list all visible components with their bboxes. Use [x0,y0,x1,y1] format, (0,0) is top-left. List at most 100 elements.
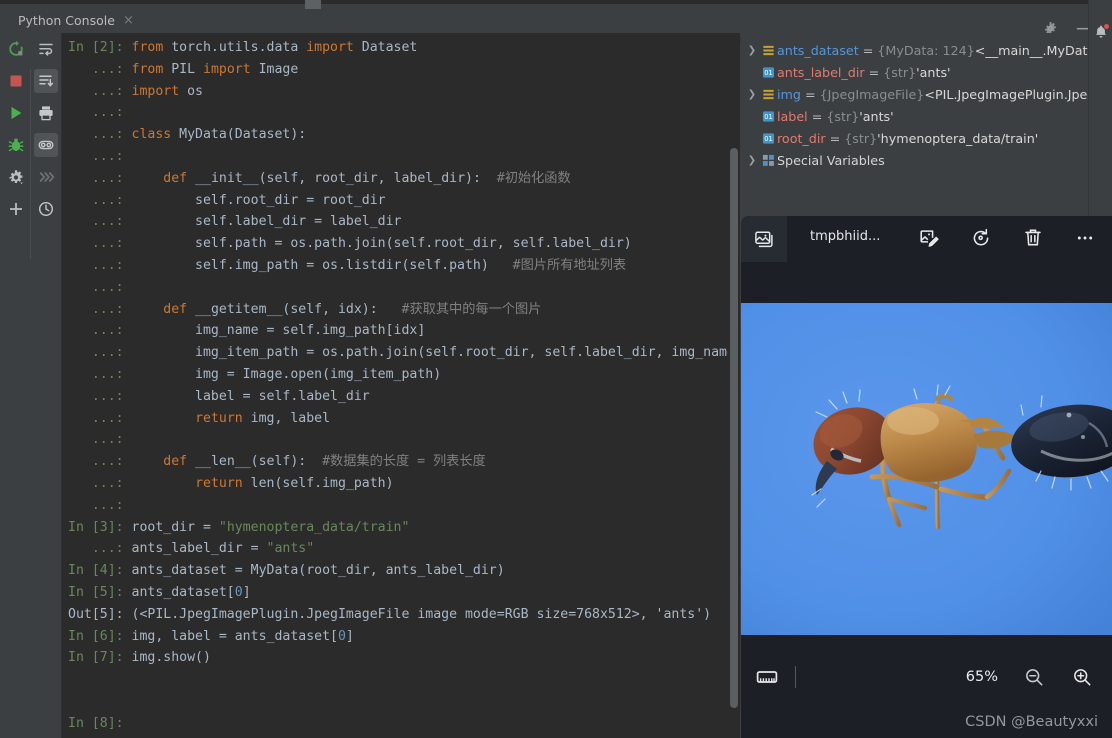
run-icon[interactable] [4,101,28,125]
toolbar-divider [795,666,796,688]
watermark-label: CSDN @Beautyxxi [965,714,1098,730]
console-line: ...: img_name = self.img_path[idx] [62,320,735,342]
console-scrollbar-thumb[interactable] [730,148,738,708]
console-line: ...: return len(self.img_path) [62,473,735,495]
object-icon [759,88,777,101]
console-line: In [3]: root_dir = "hymenoptera_data/tra… [62,517,735,539]
filmstrip-icon[interactable] [753,665,781,689]
add-icon[interactable] [4,197,28,221]
console-prompt: ...: [68,388,132,404]
fast-forward-icon[interactable] [34,165,58,189]
console-line: ...: [62,495,735,517]
code-token: img, label = ants_dataset[ [131,628,338,644]
chevron-right-icon[interactable]: ❯ [745,45,759,56]
ant-photograph[interactable] [741,303,1112,635]
equals-sign: = [862,42,874,58]
rerun-icon[interactable] [4,37,28,61]
zoom-out-icon[interactable] [1022,665,1046,689]
code-token: __len__(self): [195,454,323,470]
variable-row[interactable]: ❯ img = {JpegImageFile} <PIL.JpegImagePlugi… [745,83,1088,105]
console-prompt: ...: [68,236,132,252]
code-token: ] [242,584,251,600]
variable-name: ants_label_dir [777,64,865,80]
code-token: os [187,83,203,99]
chevron-right-icon[interactable]: ❯ [745,155,759,166]
console-prompt: ...: [68,475,132,491]
console-line: ...: def __getitem__(self, idx): #获取其中的每… [62,299,735,321]
object-icon [759,44,777,57]
code-token: __init__(self, root_dir, label_dir): [195,170,497,186]
console-prompt: ...: [68,257,132,273]
console-prompt: In [7]: [68,650,132,666]
rotate-icon[interactable] [969,226,993,250]
console-line: ...: [62,102,735,124]
zoom-in-icon[interactable] [1070,665,1094,689]
variable-row[interactable]: ❯01ants_label_dir={str} 'ants' [745,61,1088,83]
soft-wrap-icon[interactable] [34,37,58,61]
code-token: return [195,475,251,491]
console-line: ...: return img, label [62,408,735,430]
variables-icon[interactable] [34,133,58,157]
history-icon[interactable] [34,197,58,221]
console-prompt: ...: [68,410,132,426]
console-prompt: ...: [68,432,132,448]
code-token: PIL [171,61,203,77]
code-token: self.path = os.path.join(self.root_dir, … [131,236,632,252]
chevron-right-icon[interactable]: ❯ [745,89,759,100]
console-line: In [6]: img, label = ants_dataset[0] [62,626,735,648]
stop-icon[interactable] [4,69,28,93]
variable-name: root_dir [777,130,826,146]
photos-tool-buttons [917,226,1097,250]
window-resize-nub[interactable] [305,0,321,9]
edit-image-icon[interactable] [917,226,941,250]
bell-icon[interactable] [1093,23,1110,40]
code-token: img, label [250,410,331,426]
equals-sign: = [811,108,823,124]
console-prompt: ...: [68,301,132,317]
console-prompt: ...: [68,127,132,143]
code-token: (<PIL.JpegImagePlugin.JpegImageFile imag… [131,606,712,622]
variable-type: {str} [883,64,917,80]
more-options-icon[interactable] [1073,226,1097,250]
equals-sign: = [829,130,841,146]
delete-icon[interactable] [1021,226,1045,250]
settings-icon[interactable] [4,165,28,189]
string-icon: 01 [759,66,777,79]
variable-type: {str} [826,108,860,124]
code-token: from [131,61,172,77]
console-prompt: ...: [68,214,132,230]
code-token: Image [258,61,299,77]
special-variables-label: Special Variables [777,152,885,168]
variable-row[interactable]: ❯01label={str} 'ants' [745,105,1088,127]
photos-filename: tmpbhiid... [810,229,881,244]
console-prompt: ...: [68,279,132,295]
special-vars-icon [759,154,777,167]
code-token: self.root_dir = root_dir [131,192,386,208]
variable-type: {str} [844,130,878,146]
special-variables-row[interactable]: ❯ Special Variables [745,149,1088,171]
code-token: img = Image.open(img_item_path) [131,366,442,382]
console-prompt: In [5]: [68,584,132,600]
scroll-to-end-icon[interactable] [34,69,58,93]
variable-name: img [777,86,801,102]
variable-row[interactable]: ❯01root_dir={str} 'hymenoptera_data/trai… [745,127,1088,149]
console-toolbar [0,33,62,738]
debug-icon[interactable] [4,133,28,157]
console-prompt: ...: [68,105,132,121]
variables-panel[interactable]: ❯ ants_dataset = {MyData: 124} <__main__.My… [741,33,1088,216]
variable-name: label [777,108,808,124]
code-token: from [131,40,172,55]
console-output[interactable]: In [2]: from torch.utils.data import Dat… [62,33,735,738]
variable-value: 'ants' [859,108,894,124]
close-icon[interactable]: × [123,14,134,27]
code-token: import [306,40,362,55]
photos-app-icon[interactable] [741,216,787,262]
photos-viewer-window: tmpbhiid... 65% CSDN @Beautyxxi [741,216,1112,738]
equals-sign: = [804,86,816,102]
variable-row[interactable]: ❯ ants_dataset = {MyData: 124} <__main__.My… [745,39,1088,61]
console-prompt: ...: [68,454,132,470]
print-icon[interactable] [34,101,58,125]
tab-python-console[interactable]: Python Console × [18,9,134,31]
